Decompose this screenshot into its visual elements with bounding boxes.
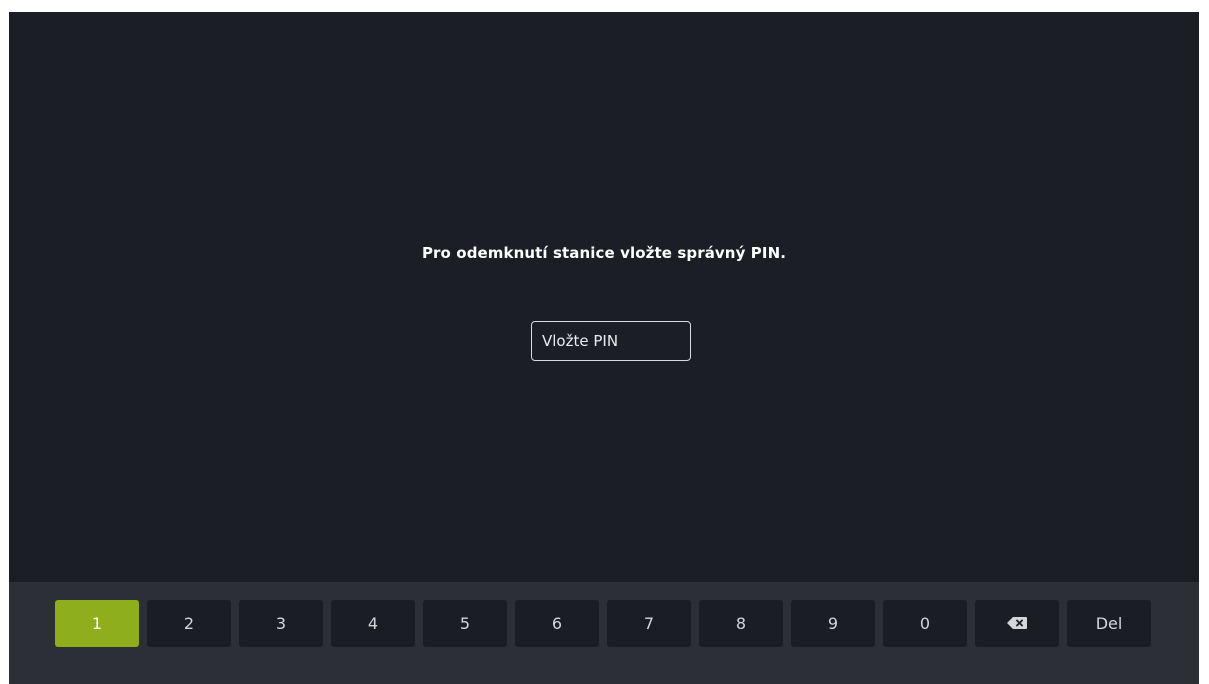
key-2[interactable]: 2 bbox=[147, 600, 231, 647]
key-3[interactable]: 3 bbox=[239, 600, 323, 647]
key-9[interactable]: 9 bbox=[791, 600, 875, 647]
key-7[interactable]: 7 bbox=[607, 600, 691, 647]
delete-key[interactable]: Del bbox=[1067, 600, 1151, 647]
unlock-prompt: Pro odemknutí stanice vložte správný PIN… bbox=[421, 244, 787, 262]
backspace-icon bbox=[1007, 614, 1027, 633]
pin-input[interactable] bbox=[531, 321, 691, 361]
key-8[interactable]: 8 bbox=[699, 600, 783, 647]
key-6[interactable]: 6 bbox=[515, 600, 599, 647]
on-screen-keypad: 1 2 3 4 5 6 7 8 9 0 Del bbox=[9, 582, 1199, 684]
key-1[interactable]: 1 bbox=[55, 600, 139, 647]
pin-lock-screen: Pro odemknutí stanice vložte správný PIN… bbox=[9, 12, 1199, 684]
key-5[interactable]: 5 bbox=[423, 600, 507, 647]
backspace-key[interactable] bbox=[975, 600, 1059, 647]
keypad-row: 1 2 3 4 5 6 7 8 9 0 Del bbox=[55, 600, 1151, 647]
key-0[interactable]: 0 bbox=[883, 600, 967, 647]
key-4[interactable]: 4 bbox=[331, 600, 415, 647]
